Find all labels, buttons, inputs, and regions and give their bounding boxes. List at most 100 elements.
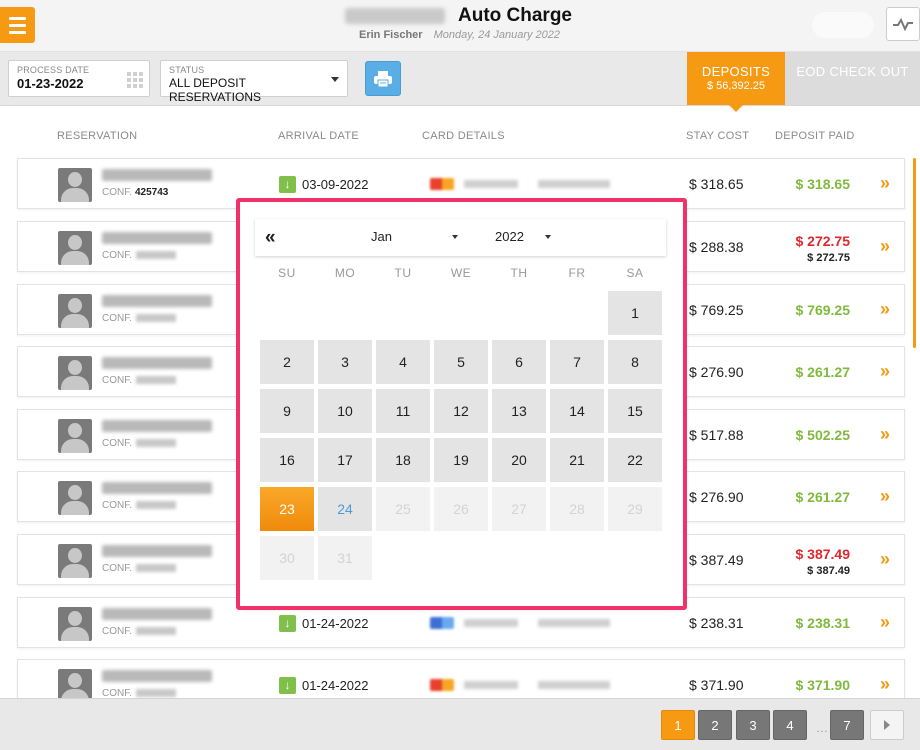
card-holder-redacted: [538, 681, 610, 689]
pagination-ellipsis: …: [816, 721, 828, 735]
status-label: STATUS: [169, 65, 205, 75]
header-subtitle: Erin Fischer Monday, 24 January 2022: [359, 29, 560, 41]
date-picker-header: « Jan 2022: [255, 219, 666, 256]
calendar-day[interactable]: 19: [434, 438, 488, 482]
menu-icon[interactable]: [0, 7, 35, 43]
process-date-label: PROCESS DATE: [17, 65, 90, 75]
conf-value-redacted: [136, 314, 176, 323]
chevron-double-right-icon[interactable]: »: [880, 173, 890, 194]
calendar-day[interactable]: 12: [434, 389, 488, 433]
chevron-double-right-icon[interactable]: »: [880, 361, 890, 382]
chevron-double-right-icon[interactable]: »: [880, 299, 890, 320]
calendar-day[interactable]: 14: [550, 389, 604, 433]
avatar: [58, 294, 92, 328]
page-button[interactable]: 2: [698, 710, 732, 740]
calendar-day[interactable]: 6: [492, 340, 546, 384]
scrollbar[interactable]: [913, 158, 916, 348]
calendar-day[interactable]: 7: [550, 340, 604, 384]
calendar-grid-icon[interactable]: [127, 72, 143, 88]
page-button[interactable]: 4: [773, 710, 807, 740]
year-select[interactable]: 2022: [495, 229, 524, 244]
conf-value: 425743: [135, 187, 169, 198]
weekday-label: FR: [568, 266, 586, 280]
card-number-redacted: [464, 619, 518, 627]
double-left-icon[interactable]: «: [265, 227, 276, 249]
process-date-value[interactable]: 01-23-2022: [17, 76, 141, 91]
card-number-redacted: [464, 681, 518, 689]
month-select[interactable]: Jan: [371, 229, 392, 244]
next-page-button[interactable]: [870, 710, 904, 740]
confirmation-number: CONF. 425743: [102, 187, 168, 198]
calendar-day[interactable]: 13: [492, 389, 546, 433]
calendar-day: 30: [260, 536, 314, 580]
calendar-day[interactable]: 11: [376, 389, 430, 433]
calendar-day: 28: [550, 487, 604, 531]
confirmation-number: CONF.: [102, 500, 176, 511]
conf-label: CONF.: [102, 313, 132, 324]
chevron-double-right-icon[interactable]: »: [880, 236, 890, 257]
chevron-double-right-icon[interactable]: »: [880, 486, 890, 507]
card-holder-redacted: [538, 180, 610, 188]
guest-name-redacted: [102, 482, 212, 494]
calendar-day[interactable]: 8: [608, 340, 662, 384]
weekday-label: SA: [626, 266, 644, 280]
chevron-double-right-icon[interactable]: »: [880, 424, 890, 445]
status-select[interactable]: STATUS ALL DEPOSIT RESERVATIONS: [160, 60, 348, 104]
calendar-day[interactable]: 15: [608, 389, 662, 433]
status-value[interactable]: ALL DEPOSIT RESERVATIONS: [169, 76, 339, 104]
chevron-double-right-icon[interactable]: »: [880, 549, 890, 570]
print-icon: [374, 70, 392, 87]
calendar-day[interactable]: 23: [260, 487, 314, 531]
print-button[interactable]: [365, 61, 401, 96]
calendar-day[interactable]: 1: [608, 291, 662, 335]
header-date: Monday, 24 January 2022: [433, 29, 561, 41]
calendar-day[interactable]: 21: [550, 438, 604, 482]
page-button[interactable]: 1: [661, 710, 695, 740]
calendar-day[interactable]: 24: [318, 487, 372, 531]
activity-icon[interactable]: [886, 7, 920, 41]
calendar-day[interactable]: 9: [260, 389, 314, 433]
conf-label: CONF.: [102, 187, 132, 198]
deposit-due: $ 387.49: [807, 565, 850, 577]
calendar-day[interactable]: 16: [260, 438, 314, 482]
calendar-day[interactable]: 2: [260, 340, 314, 384]
calendar-day[interactable]: 4: [376, 340, 430, 384]
conf-label: CONF.: [102, 438, 132, 449]
calendar-day[interactable]: 3: [318, 340, 372, 384]
guest-name-redacted: [102, 232, 212, 244]
confirmation-number: CONF.: [102, 438, 176, 449]
page-button[interactable]: 3: [736, 710, 770, 740]
chevron-double-right-icon[interactable]: »: [880, 612, 890, 633]
calendar-day[interactable]: 22: [608, 438, 662, 482]
conf-label: CONF.: [102, 500, 132, 511]
column-header-arrival-date: ARRIVAL DATE: [278, 130, 360, 142]
calendar-day[interactable]: 17: [318, 438, 372, 482]
tab-deposits-label: DEPOSITS: [701, 64, 771, 79]
process-date-field[interactable]: PROCESS DATE 01-23-2022: [8, 60, 150, 97]
tab-eod-check-out[interactable]: EOD CHECK OUT: [785, 52, 920, 105]
card-number-redacted: [464, 180, 518, 188]
conf-label: CONF.: [102, 563, 132, 574]
dropdown-caret-icon[interactable]: [331, 77, 339, 82]
conf-value-redacted: [136, 439, 176, 448]
stay-cost: $ 276.90: [689, 489, 744, 505]
chevron-double-right-icon[interactable]: »: [880, 674, 890, 695]
tab-deposits[interactable]: DEPOSITS $ 56,392.25: [687, 52, 785, 112]
conf-value-redacted: [136, 376, 176, 385]
calendar-day[interactable]: 20: [492, 438, 546, 482]
avatar: [58, 168, 92, 202]
conf-value-redacted: [136, 251, 176, 260]
column-header-reservation: RESERVATION: [57, 130, 138, 142]
calendar-day[interactable]: 5: [434, 340, 488, 384]
weekday-label: SU: [278, 266, 296, 280]
property-name-redacted: [345, 8, 445, 24]
deposit-paid: $ 387.49: [795, 546, 851, 562]
calendar-day[interactable]: 10: [318, 389, 372, 433]
chevron-down-icon[interactable]: [545, 235, 551, 239]
guest-name-redacted: [102, 670, 212, 682]
calendar-day[interactable]: 18: [376, 438, 430, 482]
chevron-down-icon[interactable]: [452, 235, 458, 239]
avatar: [58, 419, 92, 453]
page-button[interactable]: 7: [830, 710, 864, 740]
arrival-date: 01-24-2022: [302, 678, 369, 693]
